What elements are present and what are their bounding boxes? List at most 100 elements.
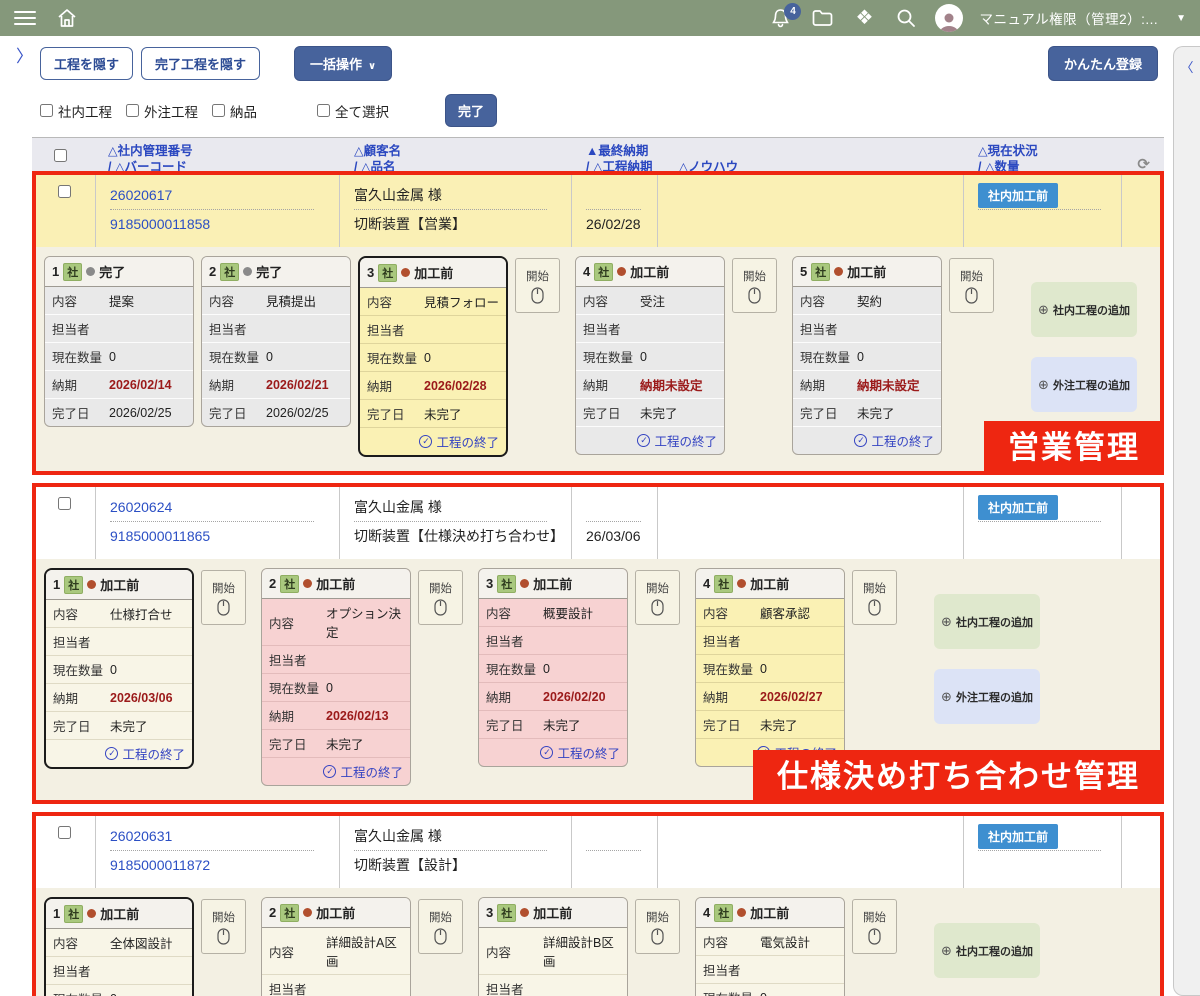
customer-name: 富久山金属 様	[354, 185, 442, 205]
process-card[interactable]: 3 社 加工前 内容概要設計 担当者 現在数量0 納期2026/02/20 完了…	[478, 568, 628, 767]
check-circle-icon: ✓	[419, 435, 432, 448]
start-button[interactable]: 開始	[949, 258, 994, 313]
process-card-active[interactable]: 1 社 加工前 内容仕様打合せ 担当者 現在数量0 納期2026/03/06 完…	[44, 568, 194, 769]
start-button[interactable]: 開始	[515, 258, 560, 313]
row-checkbox[interactable]	[58, 826, 71, 839]
start-label: 開始	[646, 580, 669, 596]
due-row: 納期2026/02/21	[202, 370, 350, 398]
process-card[interactable]: 4 社 加工前 内容電気設計 担当者 現在数量0 納期納期未設定 完了日未完了 …	[695, 897, 845, 996]
add-external-process-button[interactable]: ⊕外注工程の追加	[1031, 357, 1137, 412]
barcode-link[interactable]: 9185000011858	[110, 216, 210, 232]
hide-completed-process-button[interactable]: 完了工程を隠す	[141, 47, 260, 80]
add-internal-process-button[interactable]: ⊕社内工程の追加	[934, 594, 1040, 649]
start-button[interactable]: 開始	[201, 899, 246, 954]
start-button[interactable]: 開始	[732, 258, 777, 313]
status-dot-icon	[243, 267, 252, 276]
person-row: 担当者	[202, 314, 350, 342]
filter-row: 社内工程 外注工程 納品 全て選択 完了	[32, 81, 1164, 137]
process-card-active[interactable]: 3 社 加工前 内容見積フォロー 担当者 現在数量0 納期2026/02/28 …	[358, 256, 508, 457]
content-row: 内容契約	[793, 287, 941, 314]
process-state: 加工前	[533, 574, 572, 593]
end-process-link[interactable]: 工程の終了	[654, 431, 717, 450]
collapse-left-chevron-icon[interactable]: 〈	[1180, 57, 1193, 76]
due-row: 納期2026/02/28	[360, 371, 506, 399]
process-card[interactable]: 1 社 完了 内容提案 担当者 現在数量0 納期2026/02/14 完了日20…	[44, 256, 194, 427]
hamburger-menu-icon[interactable]	[12, 5, 38, 31]
end-process-link[interactable]: 工程の終了	[871, 431, 934, 450]
checkbox-internal-process[interactable]	[40, 104, 53, 117]
process-card-active[interactable]: 1 社 加工前 内容全体図設計 担当者 現在数量0 納期納期未設定 完了日未完了…	[44, 897, 194, 996]
management-number-link[interactable]: 26020631	[110, 828, 172, 844]
start-button[interactable]: 開始	[201, 570, 246, 625]
filter-internal-process[interactable]: 社内工程	[40, 101, 112, 121]
status-dot-icon	[303, 579, 312, 588]
sort-status[interactable]: △現在状況	[978, 143, 1122, 159]
checkbox-delivery[interactable]	[212, 104, 225, 117]
management-number-link[interactable]: 26020617	[110, 187, 172, 203]
process-card[interactable]: 3 社 加工前 内容詳細設計B区画 担当者 現在数量0 納期納期未設定 完了日未…	[478, 897, 628, 996]
product-name: 切断装置【設計】	[354, 855, 466, 875]
start-button[interactable]: 開始	[852, 899, 897, 954]
end-process-link[interactable]: 工程の終了	[122, 744, 185, 763]
checkbox-select-all[interactable]	[317, 104, 330, 117]
checkbox-external-process[interactable]	[126, 104, 139, 117]
add-external-process-button[interactable]: ⊕外注工程の追加	[934, 669, 1040, 724]
row-checkbox[interactable]	[58, 185, 71, 198]
divider	[110, 521, 314, 522]
management-number-link[interactable]: 26020624	[110, 499, 172, 515]
filter-select-all[interactable]: 全て選択	[317, 101, 389, 121]
due-value: 2026/02/20	[543, 690, 620, 704]
end-process-link[interactable]: 工程の終了	[436, 432, 499, 451]
sort-customer[interactable]: △顧客名	[354, 143, 572, 159]
start-button[interactable]: 開始	[418, 570, 463, 625]
search-icon[interactable]	[893, 5, 919, 31]
end-process-link[interactable]: 工程の終了	[557, 743, 620, 762]
qty-row: 現在数量0	[479, 654, 627, 682]
notifications-bell-icon[interactable]: 4	[767, 5, 793, 31]
process-number: 2	[269, 576, 276, 591]
process-card[interactable]: 2 社 加工前 内容詳細設計A区画 担当者 現在数量0 納期納期未設定 完了日未…	[261, 897, 411, 996]
header-checkbox[interactable]	[54, 149, 67, 162]
add-internal-process-button[interactable]: ⊕社内工程の追加	[934, 923, 1040, 978]
folder-icon[interactable]	[809, 5, 835, 31]
start-button[interactable]: 開始	[635, 570, 680, 625]
start-button[interactable]: 開始	[852, 570, 897, 625]
sort-final-due[interactable]: ▲最終納期	[586, 143, 964, 159]
process-type-badge: 社	[378, 264, 397, 282]
home-icon[interactable]	[54, 5, 80, 31]
due-value: 納期未設定	[857, 375, 934, 394]
expand-right-chevron-icon[interactable]: 〉	[16, 42, 33, 67]
row-checkbox[interactable]	[58, 497, 71, 510]
process-number: 3	[486, 576, 493, 591]
process-card[interactable]: 2 社 完了 内容見積提出 担当者 現在数量0 納期2026/02/21 完了日…	[201, 256, 351, 427]
right-side-panel[interactable]: 〈	[1173, 46, 1200, 996]
field-label: 現在数量	[583, 347, 640, 366]
filter-delivery[interactable]: 納品	[212, 101, 257, 121]
end-process-link[interactable]: 工程の終了	[340, 762, 403, 781]
user-avatar[interactable]	[935, 4, 963, 32]
filter-external-process[interactable]: 外注工程	[126, 101, 198, 121]
hide-process-button[interactable]: 工程を隠す	[40, 47, 133, 80]
divider	[586, 521, 641, 522]
complete-button[interactable]: 完了	[445, 94, 497, 127]
field-label: 納期	[52, 375, 109, 394]
sort-management-number[interactable]: △社内管理番号	[108, 143, 340, 159]
bulk-action-button[interactable]: 一括操作∨	[294, 46, 392, 81]
user-menu-caret-icon[interactable]: ▼	[1176, 13, 1186, 24]
process-card[interactable]: 5 社 加工前 内容契約 担当者 現在数量0 納期納期未設定 完了日未完了 ✓工…	[792, 256, 942, 455]
easy-register-button[interactable]: かんたん登録	[1048, 46, 1158, 81]
add-internal-process-button[interactable]: ⊕社内工程の追加	[1031, 282, 1137, 337]
process-card[interactable]: 2 社 加工前 内容オプション決定 担当者 現在数量0 納期2026/02/13…	[261, 568, 411, 786]
end-process-row: ✓工程の終了	[793, 426, 941, 454]
dropbox-icon[interactable]: ❖	[851, 5, 877, 31]
process-card[interactable]: 4 社 加工前 内容受注 担当者 現在数量0 納期納期未設定 完了日未完了 ✓工…	[575, 256, 725, 455]
barcode-link[interactable]: 9185000011865	[110, 528, 210, 544]
done-value: 未完了	[760, 715, 837, 734]
start-button[interactable]: 開始	[635, 899, 680, 954]
record-row: 26020617 9185000011858 富久山金属 様 切断装置【営業】 …	[36, 175, 1160, 247]
filter-label: 納品	[230, 101, 257, 121]
start-button[interactable]: 開始	[418, 899, 463, 954]
barcode-link[interactable]: 9185000011872	[110, 857, 210, 873]
user-permission-label[interactable]: マニュアル権限（管理2）:...	[979, 8, 1158, 28]
process-card[interactable]: 4 社 加工前 内容顧客承認 担当者 現在数量0 納期2026/02/27 完了…	[695, 568, 845, 767]
